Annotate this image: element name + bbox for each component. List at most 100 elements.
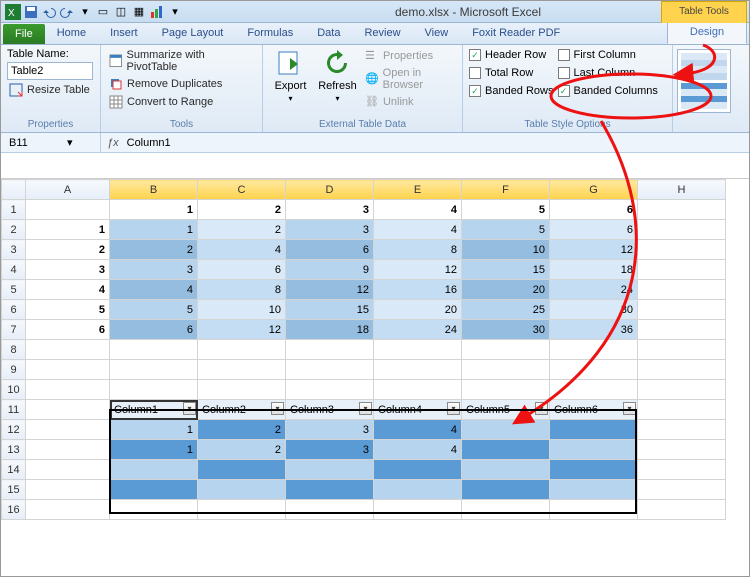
col-header-C[interactable]: C — [198, 180, 286, 200]
cell[interactable] — [550, 360, 638, 380]
row-header-5[interactable]: 5 — [2, 280, 26, 300]
cell[interactable] — [198, 360, 286, 380]
name-box-input[interactable] — [7, 136, 67, 150]
cell[interactable]: 4 — [374, 420, 462, 440]
cell[interactable] — [550, 440, 638, 460]
filter-drop-icon[interactable]: ▾ — [183, 402, 196, 415]
cell[interactable] — [462, 380, 550, 400]
cell[interactable] — [638, 220, 726, 240]
cell[interactable] — [110, 480, 198, 500]
chk-header-row[interactable]: ✓ — [469, 49, 481, 61]
table2-header[interactable]: Column4▾ — [374, 400, 462, 420]
cell[interactable]: 15 — [286, 300, 374, 320]
filter-drop-icon[interactable]: ▾ — [271, 402, 284, 415]
cell[interactable]: 3 — [286, 440, 374, 460]
cell[interactable]: 3 — [286, 220, 374, 240]
col-header-B[interactable]: B — [110, 180, 198, 200]
cell[interactable] — [110, 500, 198, 520]
cell[interactable] — [550, 340, 638, 360]
cell[interactable] — [26, 380, 110, 400]
cell[interactable] — [198, 480, 286, 500]
filter-drop-icon[interactable]: ▾ — [535, 402, 548, 415]
chk-total-row[interactable] — [469, 67, 481, 79]
cell[interactable] — [26, 360, 110, 380]
cell[interactable] — [462, 500, 550, 520]
tab-formulas[interactable]: Formulas — [235, 22, 305, 44]
cell[interactable] — [26, 440, 110, 460]
cell[interactable]: 6 — [198, 260, 286, 280]
cell[interactable]: 3 — [110, 260, 198, 280]
row-header-12[interactable]: 12 — [2, 420, 26, 440]
table2-header[interactable]: Column5▾ — [462, 400, 550, 420]
cell[interactable] — [550, 380, 638, 400]
cell[interactable] — [26, 400, 110, 420]
col-header-G[interactable]: G — [550, 180, 638, 200]
cell[interactable] — [550, 420, 638, 440]
cell[interactable]: 6 — [550, 200, 638, 220]
redo-icon[interactable] — [59, 4, 75, 20]
fx-icon[interactable]: ƒx — [107, 137, 119, 149]
tablename-input[interactable] — [7, 62, 93, 80]
cell[interactable] — [638, 420, 726, 440]
cell[interactable] — [286, 360, 374, 380]
cell[interactable]: 4 — [110, 280, 198, 300]
cell[interactable]: 4 — [374, 200, 462, 220]
cell[interactable]: 10 — [462, 240, 550, 260]
row-header-16[interactable]: 16 — [2, 500, 26, 520]
cell[interactable] — [550, 500, 638, 520]
cell[interactable]: 2 — [198, 220, 286, 240]
cell[interactable]: 3 — [286, 420, 374, 440]
cell[interactable]: 6 — [110, 320, 198, 340]
row-header-2[interactable]: 2 — [2, 220, 26, 240]
cell[interactable]: 4 — [374, 220, 462, 240]
cell[interactable]: 1 — [26, 220, 110, 240]
row-header-10[interactable]: 10 — [2, 380, 26, 400]
col-header-F[interactable]: F — [462, 180, 550, 200]
cell[interactable] — [638, 260, 726, 280]
cell[interactable]: 3 — [286, 200, 374, 220]
col-header-D[interactable]: D — [286, 180, 374, 200]
cell[interactable]: 30 — [462, 320, 550, 340]
cell[interactable] — [286, 480, 374, 500]
row-header-1[interactable]: 1 — [2, 200, 26, 220]
filter-drop-icon[interactable]: ▾ — [447, 402, 460, 415]
refresh-button[interactable]: Refresh▾ — [316, 48, 359, 103]
col-header-A[interactable]: A — [26, 180, 110, 200]
row-header-6[interactable]: 6 — [2, 300, 26, 320]
row-header-4[interactable]: 4 — [2, 260, 26, 280]
cell[interactable]: 9 — [286, 260, 374, 280]
cell[interactable]: 5 — [26, 300, 110, 320]
row-header-8[interactable]: 8 — [2, 340, 26, 360]
tab-review[interactable]: Review — [352, 22, 412, 44]
cell[interactable]: 24 — [550, 280, 638, 300]
row-header-7[interactable]: 7 — [2, 320, 26, 340]
cell[interactable] — [286, 340, 374, 360]
cell[interactable]: 15 — [462, 260, 550, 280]
cell[interactable]: 12 — [198, 320, 286, 340]
worksheet-grid[interactable]: ABCDEFGH11234562112345632246810124336912… — [1, 179, 749, 520]
tab-data[interactable]: Data — [305, 22, 352, 44]
cell[interactable]: 10 — [198, 300, 286, 320]
qat-more-icon[interactable]: ▾ — [167, 4, 183, 20]
namebox-drop-icon[interactable]: ▾ — [67, 136, 73, 149]
cell[interactable] — [462, 360, 550, 380]
cell[interactable]: 30 — [550, 300, 638, 320]
export-button[interactable]: Export▾ — [269, 48, 312, 103]
chk-banded-rows[interactable]: ✓ — [469, 85, 481, 97]
cell[interactable] — [462, 440, 550, 460]
formula-input[interactable] — [125, 136, 743, 150]
cell[interactable] — [374, 500, 462, 520]
qat-drop-icon[interactable]: ▾ — [77, 4, 93, 20]
cell[interactable]: 1 — [110, 420, 198, 440]
cell[interactable] — [374, 360, 462, 380]
row-header-15[interactable]: 15 — [2, 480, 26, 500]
cell[interactable] — [198, 340, 286, 360]
cell[interactable]: 6 — [550, 220, 638, 240]
row-header-3[interactable]: 3 — [2, 240, 26, 260]
cell[interactable] — [638, 440, 726, 460]
table2-header[interactable]: Column2▾ — [198, 400, 286, 420]
cell[interactable] — [638, 400, 726, 420]
file-tab[interactable]: File — [3, 24, 45, 44]
table2-header[interactable]: Column6▾ — [550, 400, 638, 420]
cell[interactable] — [462, 480, 550, 500]
